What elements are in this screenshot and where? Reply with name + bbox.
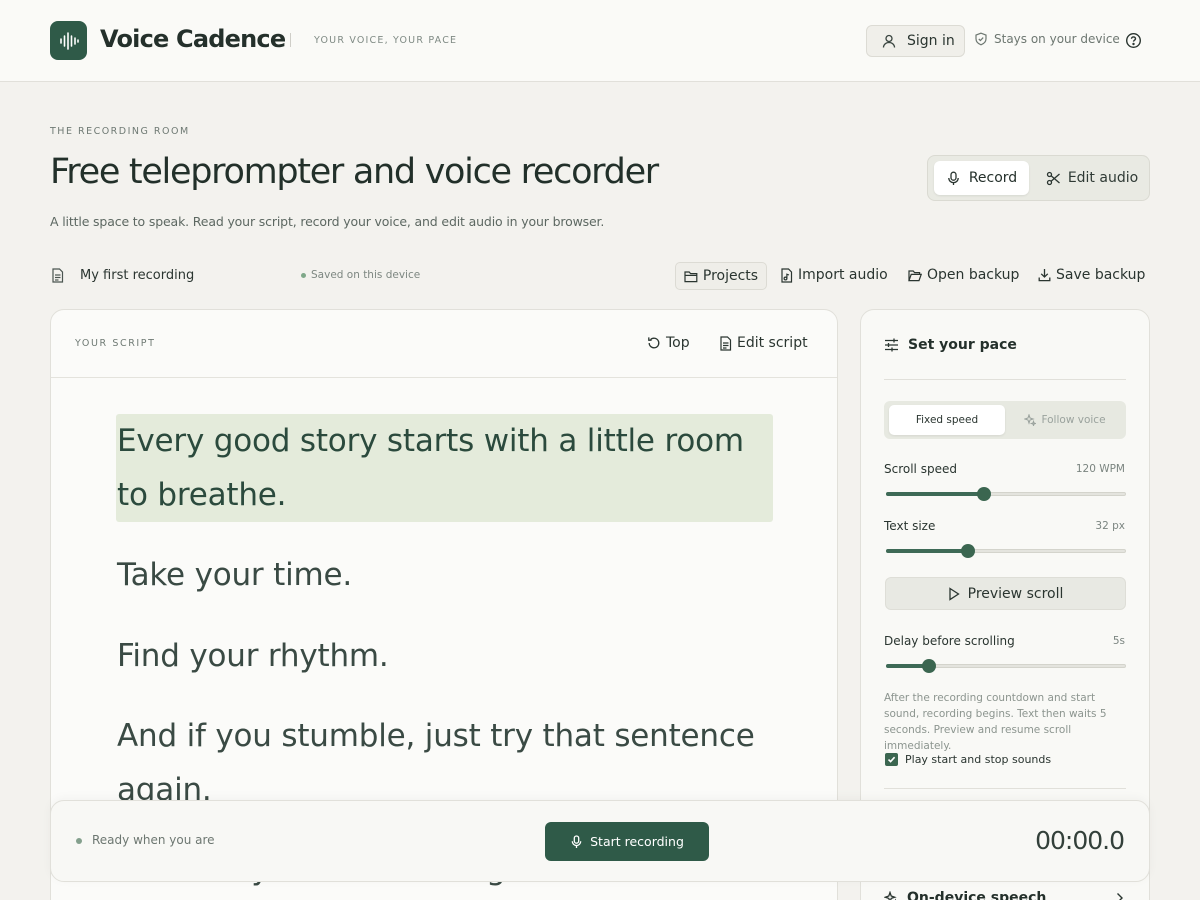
recorder-status: Ready when you are (92, 833, 215, 847)
slider-thumb[interactable] (960, 544, 975, 558)
recording-bar: Ready when you are Start recording 00:00… (50, 800, 1150, 882)
section-eyebrow: THE RECORDING ROOM (50, 126, 190, 137)
sign-in-label: Sign in (907, 33, 955, 49)
preview-scroll-button[interactable]: Preview scroll (885, 577, 1126, 610)
script-line: Every good story starts with a little ro… (117, 423, 744, 513)
preview-scroll-label: Preview scroll (967, 585, 1064, 602)
sliders-icon (884, 338, 899, 352)
save-backup-label: Save backup (1056, 267, 1146, 283)
scissors-icon (1046, 171, 1061, 186)
on-device-speech-label: On-device speech (907, 890, 1047, 900)
open-backup-button[interactable]: Open backup (908, 267, 1019, 283)
recording-timer: 00:00.0 (1035, 826, 1125, 855)
scroll-speed-label: Scroll speed (884, 462, 957, 476)
start-recording-label: Start recording (590, 834, 684, 849)
scroll-speed-value: 120 WPM (1075, 463, 1125, 475)
page-subtitle: A little space to speak. Read your scrip… (50, 214, 605, 229)
projects-button[interactable]: Projects (675, 262, 767, 290)
record-mode-label: Record (968, 170, 1018, 186)
import-audio-button[interactable]: Import audio (780, 267, 888, 283)
script-header: YOUR SCRIPT Top Edit script (51, 310, 837, 378)
microphone-icon (570, 834, 583, 849)
script-label: YOUR SCRIPT (75, 338, 156, 349)
folder-open-icon (908, 269, 922, 282)
document-icon (51, 268, 64, 283)
slider-fill (886, 549, 968, 553)
script-line: Take your time. (117, 557, 353, 593)
text-size-slider[interactable] (886, 544, 1126, 558)
on-device-speech-row[interactable]: On-device speech (884, 890, 1124, 900)
delay-note: After the recording countdown and start … (884, 692, 1107, 752)
text-size-value: 32 px (1095, 520, 1125, 532)
chevron-right-icon (1115, 892, 1124, 900)
scroll-top-label: Top (666, 335, 690, 351)
folder-icon (684, 270, 698, 283)
edit-audio-mode-button[interactable]: Edit audio (1038, 161, 1146, 195)
play-sounds-label: Play start and stop sounds (905, 753, 1052, 766)
slider-thumb[interactable] (977, 487, 992, 501)
shield-icon (974, 32, 988, 46)
user-icon (881, 33, 897, 49)
sign-in-button[interactable]: Sign in (866, 25, 965, 57)
status-dot (76, 838, 82, 844)
scroll-speed-slider[interactable] (886, 487, 1126, 501)
start-recording-button[interactable]: Start recording (545, 822, 709, 861)
waveform-icon[interactable] (50, 21, 87, 60)
page-title: Free teleprompter and voice recorder (50, 152, 659, 192)
device-note: Stays on your device (974, 32, 1120, 46)
tagline: YOUR VOICE, YOUR PACE (314, 35, 458, 46)
download-icon (1038, 268, 1051, 282)
divider (884, 788, 1126, 789)
pace-title-label: Set your pace (908, 337, 1017, 353)
follow-voice-button[interactable]: Follow voice (1008, 405, 1122, 435)
edit-script-label: Edit script (737, 335, 808, 351)
slider-fill (886, 492, 985, 496)
import-audio-label: Import audio (798, 267, 888, 283)
brand-divider (290, 33, 291, 47)
open-backup-label: Open backup (927, 267, 1020, 283)
mode-switch: Record Edit audio (927, 155, 1150, 201)
saved-status-dot (301, 273, 306, 278)
saved-status: Saved on this device (311, 269, 421, 281)
fixed-speed-button[interactable]: Fixed speed (889, 405, 1005, 435)
checkbox[interactable] (885, 753, 898, 766)
play-sounds-toggle[interactable]: Play start and stop sounds (885, 753, 1051, 766)
delay-slider[interactable] (886, 659, 1126, 673)
sparkle-icon (1024, 414, 1037, 426)
pace-title: Set your pace (884, 337, 1017, 353)
help-icon[interactable] (1125, 32, 1142, 49)
scroll-top-button[interactable]: Top (647, 335, 690, 351)
script-line: Find your rhythm. (117, 638, 389, 674)
microphone-icon (946, 171, 961, 186)
edit-audio-mode-label: Edit audio (1067, 170, 1139, 186)
slider-thumb[interactable] (922, 659, 937, 673)
sparkle-icon (884, 890, 899, 900)
play-icon (948, 586, 960, 601)
pace-mode-switch: Fixed speed Follow voice (884, 401, 1126, 439)
follow-voice-label: Follow voice (1041, 414, 1106, 426)
rotate-ccw-icon (647, 336, 661, 350)
top-bar: Voice Cadence YOUR VOICE, YOUR PACE Sign… (0, 0, 1200, 82)
device-note-text: Stays on your device (994, 32, 1120, 46)
record-mode-button[interactable]: Record (934, 161, 1029, 195)
project-name[interactable]: My first recording (80, 268, 194, 283)
file-text-icon (719, 335, 732, 351)
brand-name[interactable]: Voice Cadence (100, 25, 286, 53)
save-backup-button[interactable]: Save backup (1038, 267, 1145, 283)
delay-value: 5s (1112, 635, 1125, 647)
delay-label: Delay before scrolling (884, 634, 1015, 648)
text-size-label: Text size (884, 519, 936, 533)
projects-label: Projects (702, 268, 759, 284)
divider (884, 379, 1126, 380)
edit-script-button[interactable]: Edit script (719, 335, 808, 351)
audio-file-icon (780, 267, 793, 283)
